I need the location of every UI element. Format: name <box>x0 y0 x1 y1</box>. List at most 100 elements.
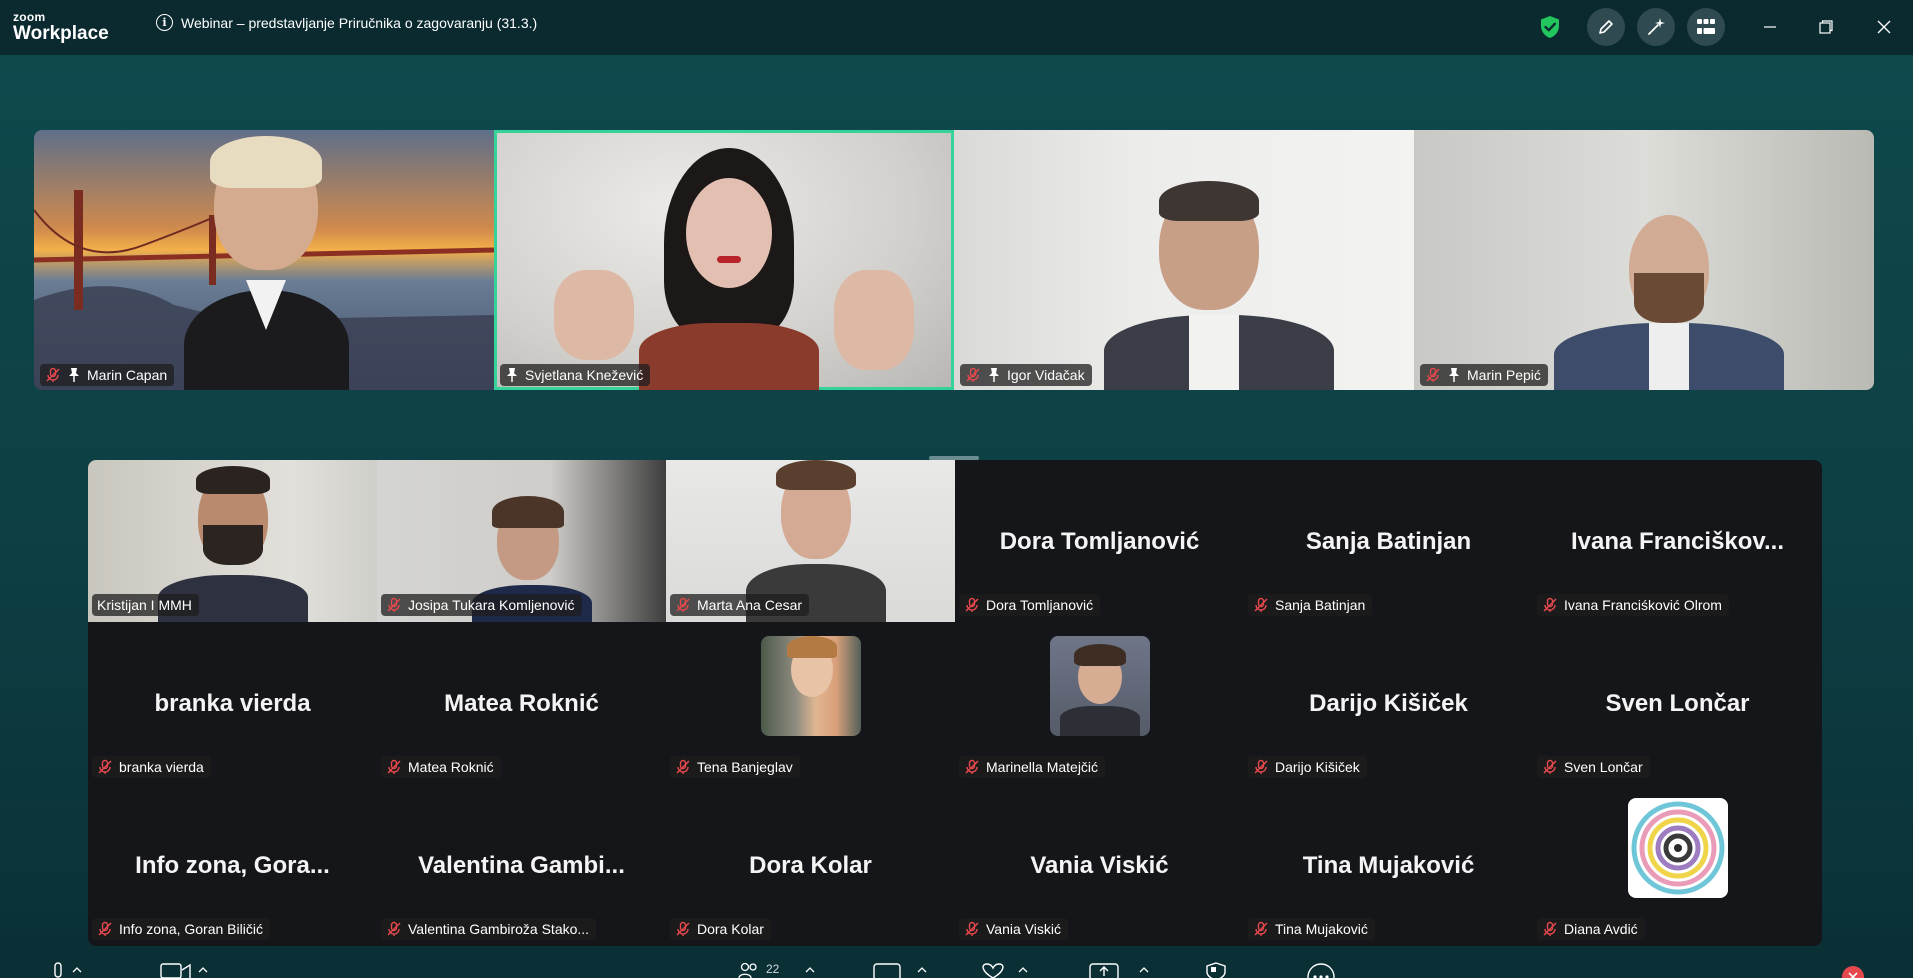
more-button[interactable] <box>1306 962 1336 978</box>
avatar <box>760 636 861 736</box>
react-icon <box>982 963 1004 978</box>
minimize-button[interactable] <box>1757 14 1783 40</box>
gallery-tile[interactable]: Tina Mujaković Tina Mujaković <box>1244 784 1533 946</box>
gallery-tile[interactable]: Marta Ana Cesar <box>666 460 955 622</box>
mic-muted-icon <box>98 921 112 936</box>
mic-muted-icon <box>965 759 979 774</box>
apps-button[interactable] <box>1687 8 1725 46</box>
participant-name: Kristijan I MMH <box>97 597 192 613</box>
gallery-tile[interactable]: Matea Roknić Matea Roknić <box>377 622 666 784</box>
participants-icon <box>738 962 757 978</box>
video-tile-active-speaker[interactable]: Svjetlana Knežević <box>494 130 954 390</box>
display-name: Tina Mujaković <box>1302 852 1475 879</box>
display-name: Darijo Kišiček <box>1309 690 1468 717</box>
security-button[interactable] <box>1205 962 1227 978</box>
gallery-tile[interactable]: Kristijan I MMH <box>88 460 377 622</box>
pin-icon <box>989 368 999 382</box>
name-tag: Marin Pepić <box>1420 364 1548 386</box>
close-icon <box>1877 20 1891 34</box>
chat-button[interactable] <box>873 962 927 978</box>
participant-name: Tina Mujaković <box>1275 921 1368 937</box>
meeting-toolbar: 22 <box>0 958 1913 978</box>
participant-name: Info zona, Goran Biličić <box>119 921 263 937</box>
chevron-up-icon[interactable] <box>917 966 927 974</box>
mic-muted-icon <box>966 367 980 382</box>
gallery-tile[interactable]: Darijo Kišiček Darijo Kišiček <box>1244 622 1533 784</box>
info-icon[interactable]: i <box>156 14 173 31</box>
annotate-button[interactable] <box>1587 8 1625 46</box>
gallery-tile[interactable]: branka vierda branka vierda <box>88 622 377 784</box>
gallery-tile[interactable]: Josipa Tukara Komljenović <box>377 460 666 622</box>
name-tag: Josipa Tukara Komljenović <box>381 594 582 616</box>
react-button[interactable] <box>978 962 1028 978</box>
gallery-tile[interactable]: Sven Lončar Sven Lončar <box>1533 622 1822 784</box>
chevron-up-icon[interactable] <box>72 966 82 974</box>
avatar <box>1627 798 1728 898</box>
participant-name: Ivana Franciśković Olrom <box>1564 597 1722 613</box>
participant-name: branka vierda <box>119 759 204 775</box>
video-button[interactable] <box>160 962 208 978</box>
gallery-tile[interactable]: Tena Banjeglav <box>666 622 955 784</box>
chevron-up-icon[interactable] <box>1139 966 1149 974</box>
participant-name: Marta Ana Cesar <box>697 597 803 613</box>
name-tag: branka vierda <box>92 756 211 778</box>
display-name: Valentina Gambi... <box>418 852 625 879</box>
avatar <box>1049 636 1150 736</box>
mic-muted-icon <box>1254 759 1268 774</box>
restore-icon <box>1819 20 1833 34</box>
participants-count: 22 <box>766 962 780 976</box>
mic-muted-icon <box>387 597 401 612</box>
mic-muted-icon <box>1543 759 1557 774</box>
pin-icon <box>69 368 79 382</box>
shield-icon[interactable] <box>1539 15 1561 39</box>
participant-name: Sanja Batinjan <box>1275 597 1366 613</box>
name-tag: Tena Banjeglav <box>670 756 800 778</box>
minimize-icon <box>1764 26 1776 28</box>
name-tag: Info zona, Goran Biličić <box>92 918 270 940</box>
participant-name: Igor Vidačak <box>1007 367 1085 383</box>
mic-muted-icon <box>98 759 112 774</box>
gallery-tile[interactable]: Vania Viskić Vania Viskić <box>955 784 1244 946</box>
video-tile-speaker-1[interactable]: Marin Capan <box>34 130 494 390</box>
ai-companion-button[interactable] <box>1637 8 1675 46</box>
participant-name: Darijo Kišiček <box>1275 759 1360 775</box>
mic-muted-icon <box>676 597 690 612</box>
name-tag: Valentina Gambiroža Stako... <box>381 918 597 940</box>
name-tag: Marinella Matejčić <box>959 756 1106 778</box>
gallery-tile[interactable]: Dora Kolar Dora Kolar <box>666 784 955 946</box>
gallery-tile[interactable]: Ivana Franciškov... Ivana Franciśković O… <box>1533 460 1822 622</box>
gallery-tile[interactable]: Info zona, Gora... Info zona, Goran Bili… <box>88 784 377 946</box>
gallery-tile[interactable]: Dora Tomljanović Dora Tomljanović <box>955 460 1244 622</box>
name-tag: Darijo Kišiček <box>1248 756 1367 778</box>
title-bar: zoom Workplace i Webinar – predstavljanj… <box>0 0 1913 55</box>
participant-name: Tena Banjeglav <box>697 759 793 775</box>
name-tag: Marta Ana Cesar <box>670 594 810 616</box>
gallery-tile[interactable]: Marinella Matejčić <box>955 622 1244 784</box>
restore-button[interactable] <box>1813 14 1839 40</box>
mic-muted-icon <box>46 367 60 382</box>
gallery-tile[interactable]: Valentina Gambi... Valentina Gambiroža S… <box>377 784 666 946</box>
hand-right <box>834 270 914 370</box>
close-button[interactable] <box>1871 14 1897 40</box>
gallery-tile[interactable]: Sanja Batinjan Sanja Batinjan <box>1244 460 1533 622</box>
gallery-tile[interactable]: Diana Avdić <box>1533 784 1822 946</box>
participant-figure <box>1554 215 1784 390</box>
meeting-title[interactable]: i Webinar – predstavljanje Priručnika o … <box>156 14 537 31</box>
participant-figure <box>639 148 819 390</box>
audio-button[interactable] <box>50 962 82 978</box>
participant-figure <box>184 136 349 390</box>
display-name: Sanja Batinjan <box>1305 528 1472 555</box>
end-button[interactable] <box>1840 962 1866 978</box>
video-tile-speaker-3[interactable]: Igor Vidačak <box>954 130 1414 390</box>
mic-muted-icon <box>965 597 979 612</box>
gallery-view: Kristijan I MMH Josipa Tukara Komljenovi… <box>88 460 1822 946</box>
chevron-up-icon[interactable] <box>805 966 815 974</box>
chevron-up-icon[interactable] <box>1018 966 1028 974</box>
video-tile-speaker-4[interactable]: Marin Pepić <box>1414 130 1874 390</box>
close-icon <box>1842 966 1864 978</box>
share-button[interactable] <box>1089 962 1149 978</box>
mic-muted-icon <box>676 759 690 774</box>
participants-button[interactable]: 22 <box>738 962 815 978</box>
chevron-up-icon[interactable] <box>198 966 208 974</box>
name-tag: Matea Roknić <box>381 756 501 778</box>
